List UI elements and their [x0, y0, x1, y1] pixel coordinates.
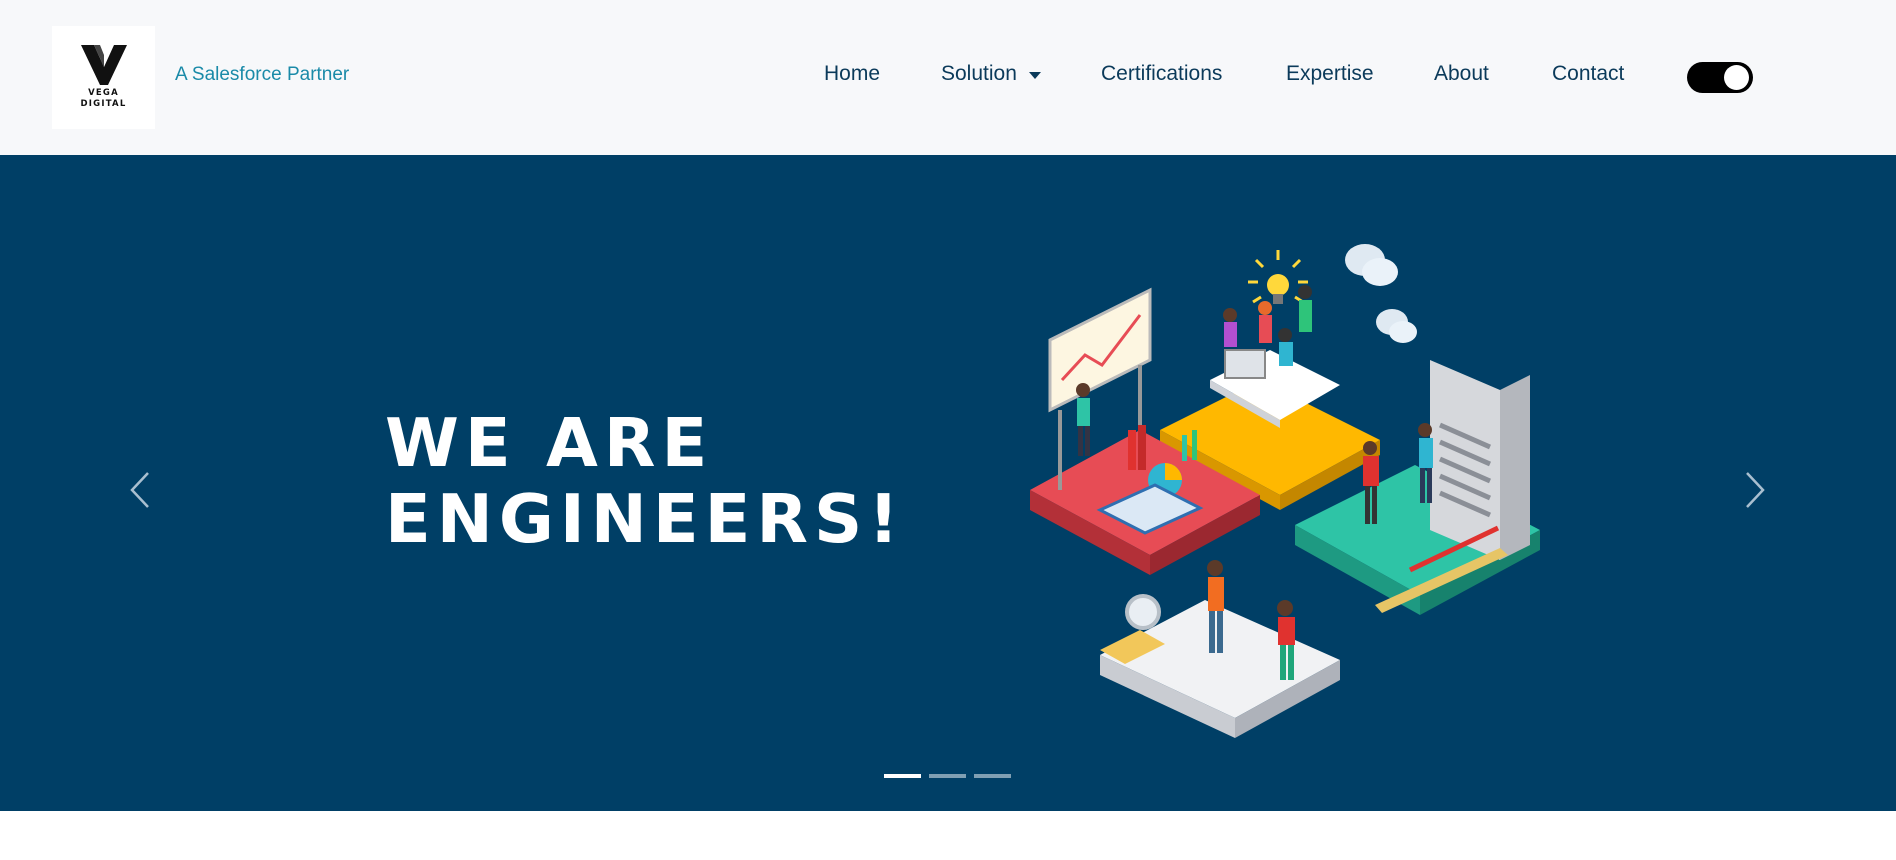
- indicator-slide-2[interactable]: [929, 774, 966, 778]
- site-header: VEGA DIGITAL A Salesforce Partner Home S…: [0, 0, 1896, 155]
- nav-expertise[interactable]: Expertise: [1286, 62, 1374, 86]
- toggle-knob: [1724, 65, 1749, 90]
- isometric-team-illustration: [1030, 244, 1540, 738]
- nav-home[interactable]: Home: [824, 62, 880, 86]
- theme-toggle[interactable]: [1687, 62, 1753, 93]
- logo-text-digital: DIGITAL: [80, 99, 127, 109]
- lightbulb-icon: [1248, 250, 1308, 304]
- nav-certifications[interactable]: Certifications: [1101, 62, 1222, 86]
- nav-about[interactable]: About: [1434, 62, 1489, 86]
- hero-carousel: WE ARE ENGINEERS!: [0, 155, 1896, 811]
- nav-contact[interactable]: Contact: [1552, 62, 1624, 86]
- nav-solution[interactable]: Solution: [941, 62, 1017, 86]
- headline-line-1: WE ARE: [385, 404, 714, 482]
- main-nav: Home Solution Certifications Expertise A…: [0, 62, 1896, 92]
- hero-headline: WE ARE ENGINEERS!: [385, 405, 905, 557]
- chevron-left-icon[interactable]: [120, 465, 160, 515]
- chevron-right-icon[interactable]: [1735, 465, 1775, 515]
- indicator-slide-3[interactable]: [974, 774, 1011, 778]
- chevron-down-icon[interactable]: [1029, 72, 1041, 79]
- indicator-slide-1[interactable]: [884, 774, 921, 778]
- headline-line-2: ENGINEERS!: [385, 480, 905, 558]
- cloud-icon: [1345, 244, 1417, 343]
